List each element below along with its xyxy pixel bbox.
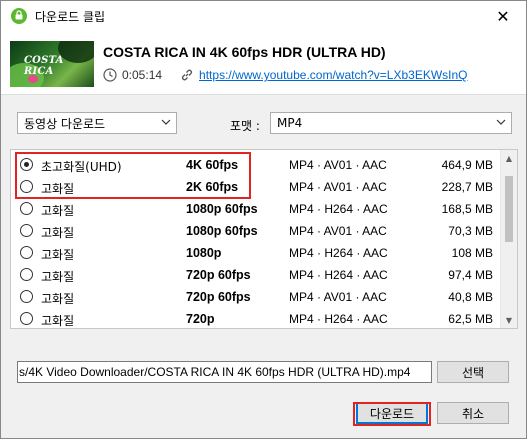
quality-resolution: 720p 60fps	[186, 290, 251, 304]
quality-label: 고화질	[41, 204, 75, 218]
video-url-link[interactable]: https://www.youtube.com/watch?v=LXb3EKWs…	[199, 68, 467, 82]
quality-codec: MP4 · AV01 · AAC	[289, 180, 387, 194]
quality-row[interactable]: 고화질 1080p MP4 · H264 · AAC 108 MB	[11, 242, 505, 264]
quality-resolution: 1080p 60fps	[186, 202, 258, 216]
mode-select-value: 동영상 다운로드	[24, 116, 106, 131]
quality-resolution: 1080p 60fps	[186, 224, 258, 238]
quality-row[interactable]: 고화질 720p 60fps MP4 · AV01 · AAC 40,8 MB	[11, 286, 505, 308]
format-select[interactable]: MP4	[270, 112, 512, 134]
close-button[interactable]: ✕	[480, 1, 526, 31]
quality-codec: MP4 · H264 · AAC	[289, 312, 388, 326]
quality-size: 168,5 MB	[441, 202, 493, 216]
title-bar: 다운로드 클립 ✕	[1, 1, 526, 31]
quality-row[interactable]: 고화질 1080p 60fps MP4 · H264 · AAC 168,5 M…	[11, 198, 505, 220]
quality-resolution: 720p	[186, 312, 215, 326]
quality-codec: MP4 · H264 · AAC	[289, 202, 388, 216]
quality-codec: MP4 · AV01 · AAC	[289, 290, 387, 304]
quality-resolution: 1080p	[186, 246, 222, 260]
highlight-box	[353, 402, 431, 426]
link-icon	[182, 69, 193, 81]
video-meta: 0:05:14 https://www.youtube.com/watch?v=…	[103, 68, 468, 82]
quality-radio[interactable]	[20, 290, 33, 303]
clock-icon	[103, 68, 117, 82]
video-info: COSTA RICA COSTA RICA IN 4K 60fps HDR (U…	[1, 31, 526, 95]
quality-radio[interactable]	[20, 312, 33, 325]
quality-size: 62,5 MB	[448, 312, 493, 326]
highlight-box	[15, 152, 251, 199]
quality-codec: MP4 · AV01 · AAC	[289, 224, 387, 238]
chevron-down-icon	[161, 119, 171, 125]
quality-row[interactable]: 고화질 720p MP4 · H264 · AAC 62,5 MB	[11, 308, 505, 328]
quality-radio[interactable]	[20, 224, 33, 237]
mode-select[interactable]: 동영상 다운로드	[17, 112, 177, 134]
window-title: 다운로드 클립	[35, 9, 106, 24]
quality-label: 고화질	[41, 248, 75, 262]
scrollbar-thumb[interactable]	[505, 176, 513, 242]
video-duration: 0:05:14	[122, 68, 163, 82]
cancel-button[interactable]: 취소	[437, 402, 509, 424]
quality-radio[interactable]	[20, 268, 33, 281]
quality-codec: MP4 · AV01 · AAC	[289, 158, 387, 172]
video-title: COSTA RICA IN 4K 60fps HDR (ULTRA HD)	[103, 44, 386, 60]
quality-radio[interactable]	[20, 246, 33, 259]
quality-radio[interactable]	[20, 202, 33, 215]
quality-size: 108 MB	[451, 246, 493, 260]
browse-button[interactable]: 선택	[437, 361, 509, 383]
quality-label: 고화질	[41, 226, 75, 240]
quality-label: 고화질	[41, 314, 75, 328]
quality-size: 97,4 MB	[448, 268, 493, 282]
quality-size: 464,9 MB	[441, 158, 493, 172]
download-clip-dialog: 다운로드 클립 ✕ COSTA RICA COSTA RICA IN 4K 60…	[0, 0, 527, 439]
quality-size: 228,7 MB	[441, 180, 493, 194]
chevron-down-icon	[496, 119, 506, 125]
quality-size: 40,8 MB	[448, 290, 493, 304]
quality-codec: MP4 · H264 · AAC	[289, 246, 388, 260]
quality-codec: MP4 · H264 · AAC	[289, 268, 388, 282]
app-icon	[11, 8, 27, 24]
format-select-value: MP4	[277, 116, 303, 130]
output-path-field[interactable]: s/4K Video Downloader/COSTA RICA IN 4K 6…	[17, 361, 432, 383]
quality-row[interactable]: 고화질 720p 60fps MP4 · H264 · AAC 97,4 MB	[11, 264, 505, 286]
quality-label: 고화질	[41, 292, 75, 306]
quality-list-scrollbar[interactable]: ▲ ▼	[500, 150, 517, 328]
quality-size: 70,3 MB	[448, 224, 493, 238]
quality-row[interactable]: 고화질 1080p 60fps MP4 · AV01 · AAC 70,3 MB	[11, 220, 505, 242]
thumbnail-caption: COSTA RICA	[24, 55, 64, 77]
quality-list: 초고화질(UHD) 4K 60fps MP4 · AV01 · AAC 464,…	[10, 149, 518, 329]
video-thumbnail: COSTA RICA	[10, 41, 94, 87]
quality-resolution: 720p 60fps	[186, 268, 251, 282]
quality-label: 고화질	[41, 270, 75, 284]
scroll-down-icon[interactable]: ▼	[501, 312, 517, 328]
scroll-up-icon[interactable]: ▲	[501, 150, 517, 166]
format-label: 포맷 :	[230, 119, 260, 133]
close-icon: ✕	[496, 6, 510, 26]
